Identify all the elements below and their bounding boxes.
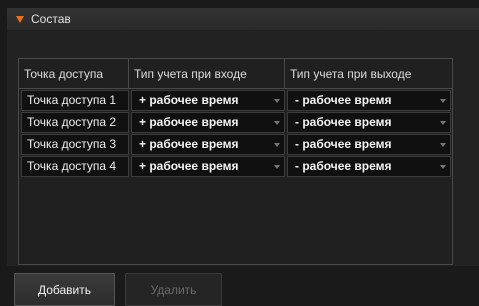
dropdown-arrow-icon xyxy=(274,121,280,125)
dropdown-arrow-icon xyxy=(274,165,280,169)
table-row: Точка доступа 4 + рабочее время - рабоче… xyxy=(19,156,452,178)
entry-type-value: + рабочее время xyxy=(139,159,239,173)
column-header-access-point: Точка доступа xyxy=(19,59,129,89)
exit-type-select[interactable]: - рабочее время xyxy=(287,112,451,133)
exit-type-select[interactable]: - рабочее время xyxy=(287,156,451,177)
exit-type-select[interactable]: - рабочее время xyxy=(287,90,451,111)
exit-type-value: - рабочее время xyxy=(295,137,392,151)
column-header-exit-type: Тип учета при выходе xyxy=(285,59,452,89)
table-row: Точка доступа 1 + рабочее время - рабоче… xyxy=(19,90,452,112)
dropdown-arrow-icon xyxy=(440,143,446,147)
access-point-name[interactable]: Точка доступа 4 xyxy=(21,156,129,177)
entry-type-select[interactable]: + рабочее время xyxy=(131,134,285,155)
exit-type-value: - рабочее время xyxy=(295,115,392,129)
column-header-entry-type: Тип учета при входе xyxy=(129,59,285,89)
access-point-name[interactable]: Точка доступа 3 xyxy=(21,134,129,155)
entry-type-select[interactable]: + рабочее время xyxy=(131,156,285,177)
dropdown-arrow-icon xyxy=(274,99,280,103)
access-point-name[interactable]: Точка доступа 1 xyxy=(21,90,129,111)
entry-type-select[interactable]: + рабочее время xyxy=(131,90,285,111)
expand-triangle-icon[interactable] xyxy=(16,15,24,23)
dropdown-arrow-icon xyxy=(440,121,446,125)
access-point-name[interactable]: Точка доступа 2 xyxy=(21,112,129,133)
exit-type-value: - рабочее время xyxy=(295,159,392,173)
entry-type-value: + рабочее время xyxy=(139,93,239,107)
table-row: Точка доступа 2 + рабочее время - рабоче… xyxy=(19,112,452,134)
entry-type-value: + рабочее время xyxy=(139,137,239,151)
entry-type-select[interactable]: + рабочее время xyxy=(131,112,285,133)
exit-type-select[interactable]: - рабочее время xyxy=(287,134,451,155)
section-header[interactable]: Состав xyxy=(7,8,479,30)
section-title: Состав xyxy=(31,12,71,26)
dropdown-arrow-icon xyxy=(440,99,446,103)
entry-type-value: + рабочее время xyxy=(139,115,239,129)
add-button[interactable]: Добавить xyxy=(14,273,115,306)
table-row: Точка доступа 3 + рабочее время - рабоче… xyxy=(19,134,452,156)
dropdown-arrow-icon xyxy=(274,143,280,147)
access-points-table: Точка доступа Тип учета при входе Тип уч… xyxy=(18,58,453,265)
dropdown-arrow-icon xyxy=(440,165,446,169)
delete-button[interactable]: Удалить xyxy=(125,273,222,306)
exit-type-value: - рабочее время xyxy=(295,93,392,107)
